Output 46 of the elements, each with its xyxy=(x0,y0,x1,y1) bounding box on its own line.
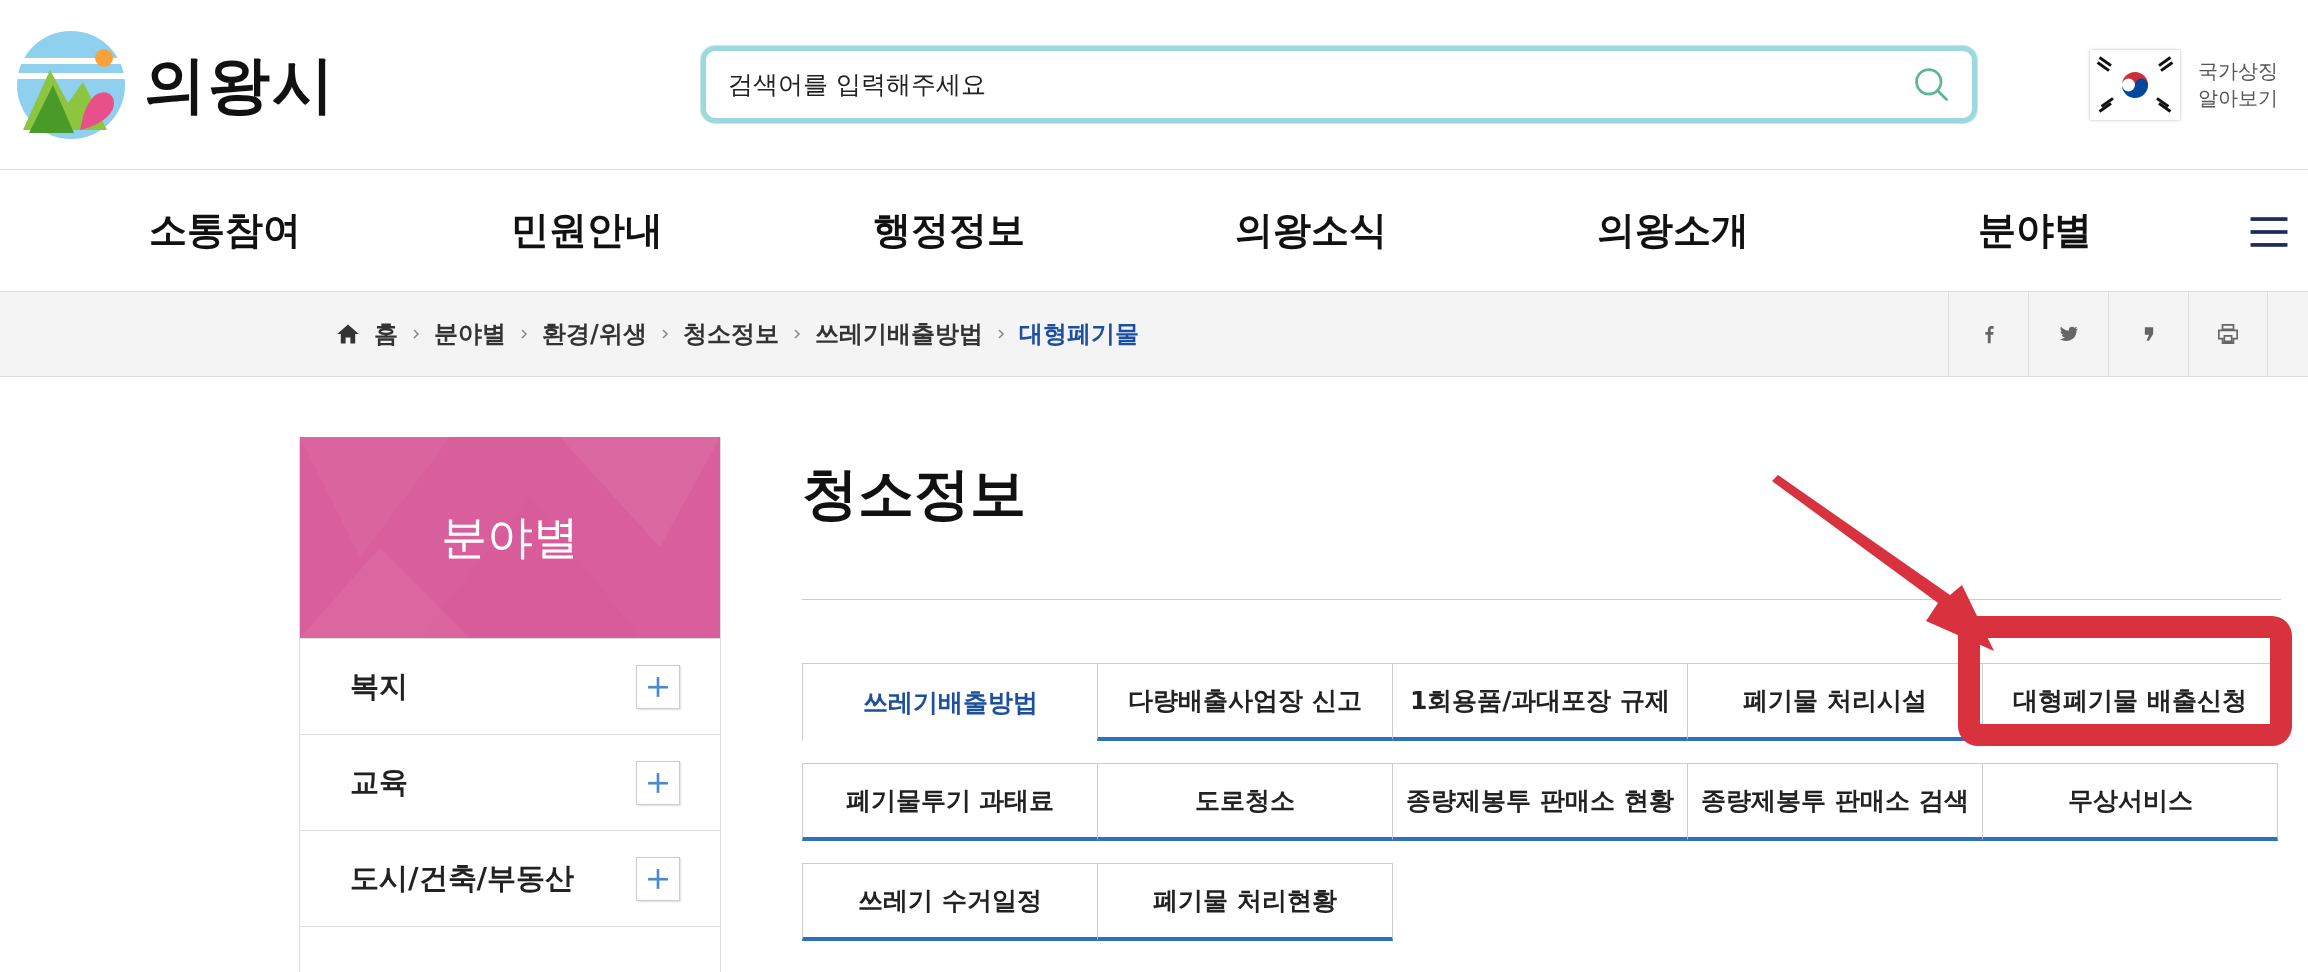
separator-icon xyxy=(660,328,669,340)
tab[interactable]: 쓰레기 수거일정 xyxy=(802,863,1098,941)
separator-icon xyxy=(792,328,801,340)
page-title: 청소정보 xyxy=(802,460,1027,528)
tab[interactable]: 종량제봉투 판매소 검색 xyxy=(1687,763,1983,841)
tab[interactable]: 종량제봉투 판매소 현황 xyxy=(1392,763,1688,841)
sidebar-menu-item[interactable]: 교육 xyxy=(350,762,408,803)
tab[interactable]: 폐기물 처리시설 xyxy=(1687,663,1983,741)
nav-menu-item[interactable]: 소통참여 xyxy=(44,205,406,256)
home-icon[interactable] xyxy=(336,323,360,345)
flag-icon[interactable] xyxy=(2090,49,2180,120)
breadcrumb-link[interactable]: 환경/위생 xyxy=(542,318,647,350)
tab[interactable]: 폐기물 처리현황 xyxy=(1097,863,1393,941)
nav-menu-item[interactable]: 의왕소개 xyxy=(1492,205,1854,256)
tab[interactable]: 도로청소 xyxy=(1097,763,1393,841)
expand-button[interactable] xyxy=(636,664,680,709)
tab[interactable]: 쓰레기배출방법 xyxy=(802,663,1098,741)
nav-menu-item[interactable]: 민원안내 xyxy=(406,205,768,256)
nav-menu-item[interactable]: 의왕소식 xyxy=(1130,205,1492,256)
breadcrumb-link[interactable]: 쓰레기배출방법 xyxy=(814,318,983,350)
search-field[interactable]: 검색어를 입력해주세요 xyxy=(701,46,1977,123)
separator-icon xyxy=(996,328,1005,340)
menu-icon[interactable] xyxy=(2250,216,2288,248)
tab[interactable]: 1회용품/과대포장 규제 xyxy=(1392,663,1688,741)
tab[interactable]: 무상서비스 xyxy=(1982,763,2278,841)
print-icon[interactable] xyxy=(2188,292,2268,376)
national-symbol-link[interactable]: 국가상징 알아보기 xyxy=(2198,57,2290,112)
nav-menu-item[interactable]: 행정정보 xyxy=(768,205,1130,256)
logo-text[interactable]: 의왕시 xyxy=(144,42,336,127)
breadcrumb-link[interactable]: 분야별 xyxy=(434,318,506,350)
plus-icon xyxy=(647,867,669,890)
expand-button[interactable] xyxy=(636,856,680,901)
tab[interactable]: 다량배출사업장 신고 xyxy=(1097,663,1393,741)
separator-icon xyxy=(412,328,420,340)
separator-icon xyxy=(520,328,528,340)
sidebar-menu-item[interactable]: 도시/건축/부동산 xyxy=(350,858,575,899)
breadcrumb-link[interactable]: 대형폐기물 xyxy=(1018,318,1139,350)
plus-icon xyxy=(647,675,669,698)
sidebar-menu-item[interactable]: 복지 xyxy=(350,666,408,707)
nav-menu-item[interactable]: 분야별 xyxy=(1854,205,2216,256)
breadcrumb-link[interactable]: 홈 xyxy=(374,318,398,350)
plus-icon xyxy=(647,771,669,794)
sidebar-title: 분야별 xyxy=(441,508,579,566)
breadcrumb-link[interactable]: 청소정보 xyxy=(682,318,779,350)
tab[interactable]: 폐기물투기 과태료 xyxy=(802,763,1098,841)
expand-button[interactable] xyxy=(636,760,680,805)
